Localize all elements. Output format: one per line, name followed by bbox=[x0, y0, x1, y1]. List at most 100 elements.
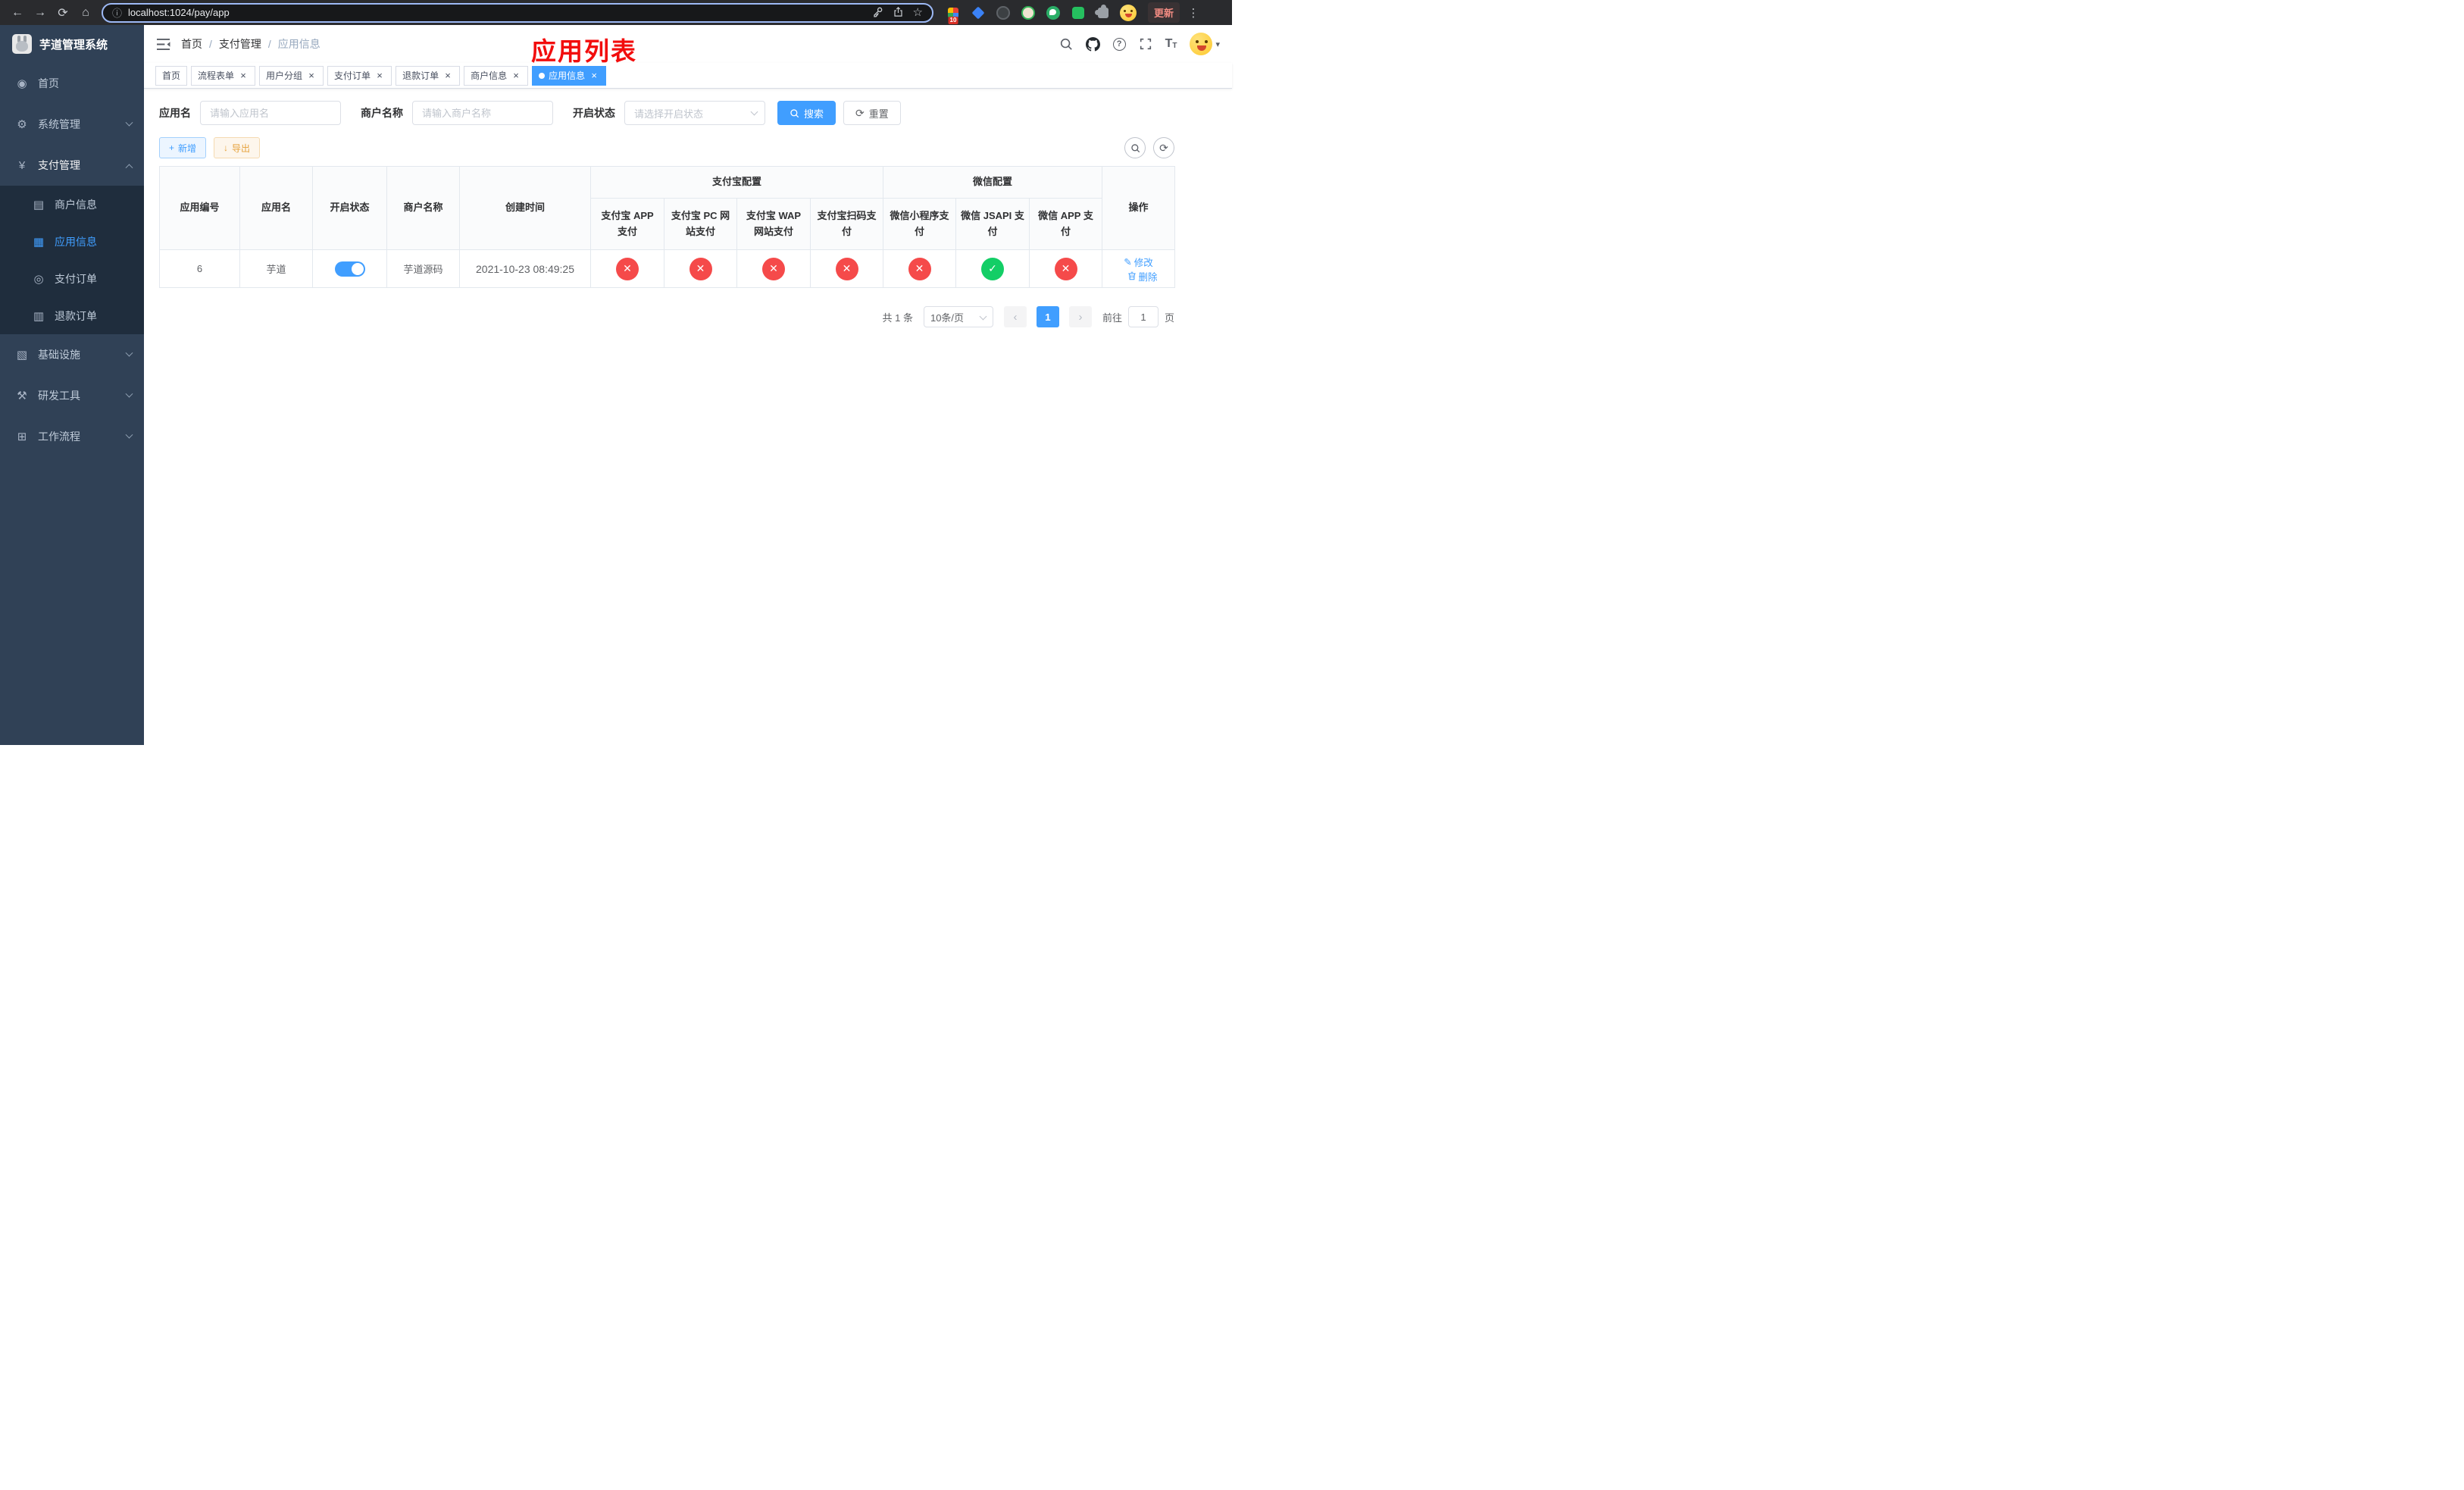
bookmark-star-icon[interactable]: ☆ bbox=[913, 7, 923, 18]
download-icon: ↓ bbox=[224, 142, 229, 153]
close-icon[interactable]: × bbox=[442, 70, 453, 81]
tab-home[interactable]: 首页 bbox=[155, 65, 188, 86]
col-actions: 操作 bbox=[1102, 166, 1176, 250]
page-number-button[interactable]: 1 bbox=[1036, 306, 1059, 327]
export-button[interactable]: ↓ 导出 bbox=[214, 137, 261, 158]
caret-down-icon: ▾ bbox=[1215, 39, 1220, 49]
close-icon[interactable]: × bbox=[511, 70, 521, 81]
app-name-input[interactable] bbox=[200, 101, 341, 125]
help-icon[interactable]: ? bbox=[1112, 37, 1126, 51]
merchant-card-icon: ▤ bbox=[33, 198, 45, 211]
refresh-table-button[interactable]: ⟳ bbox=[1153, 137, 1174, 158]
sidebar-collapse-icon[interactable] bbox=[156, 38, 170, 51]
tab-user-group[interactable]: 用户分组 × bbox=[259, 65, 324, 86]
breadcrumb-payment[interactable]: 支付管理 bbox=[219, 36, 261, 52]
payment-submenu: ▤ 商户信息 ▦ 应用信息 ◎ 支付订单 ▥ 退款订单 bbox=[0, 186, 144, 334]
tab-merchant-info[interactable]: 商户信息 × bbox=[464, 65, 529, 86]
reset-button[interactable]: ⟳ 重置 bbox=[843, 101, 901, 125]
tab-pay-order[interactable]: 支付订单 × bbox=[327, 65, 392, 86]
extension-gem-icon[interactable] bbox=[969, 4, 987, 22]
col-wechat-mini: 微信小程序支付 bbox=[883, 198, 957, 250]
col-alipay-pc: 支付宝 PC 网站支付 bbox=[664, 198, 737, 250]
sidebar-item-app-info[interactable]: ▦ 应用信息 bbox=[0, 223, 144, 260]
col-group-wechat: 微信配置 bbox=[883, 166, 1103, 199]
extension-dark-icon[interactable] bbox=[994, 4, 1012, 22]
site-info-icon[interactable]: ⓘ bbox=[112, 5, 122, 20]
app-grid-icon: ▦ bbox=[33, 235, 45, 249]
cell-status bbox=[312, 249, 387, 288]
sidebar-item-dev-tools[interactable]: ⚒ 研发工具 bbox=[0, 375, 144, 416]
top-header: 首页 / 支付管理 / 应用信息 应用列表 ? TT ▾ bbox=[144, 25, 1232, 65]
extensions-puzzle-icon[interactable] bbox=[1094, 4, 1112, 22]
sidebar-item-workflow[interactable]: ⊞ 工作流程 bbox=[0, 416, 144, 457]
chrome-menu-icon[interactable]: ⋮ bbox=[1184, 6, 1202, 20]
search-icon[interactable] bbox=[1059, 37, 1073, 51]
password-key-icon[interactable] bbox=[872, 6, 883, 20]
edit-link[interactable]: ✎ 修改 bbox=[1124, 255, 1153, 269]
sidebar-item-payment[interactable]: ¥ 支付管理 bbox=[0, 145, 144, 186]
next-page-button[interactable]: › bbox=[1068, 306, 1092, 327]
user-avatar[interactable]: ▾ bbox=[1190, 33, 1220, 55]
page-size-select[interactable]: 10条/页 bbox=[923, 306, 993, 327]
edit-icon: ✎ bbox=[1124, 256, 1132, 268]
sidebar-item-merchant-info[interactable]: ▤ 商户信息 bbox=[0, 186, 144, 223]
breadcrumb-home[interactable]: 首页 bbox=[181, 36, 202, 52]
search-button[interactable]: 搜索 bbox=[777, 101, 836, 125]
table-toolbar: + 新增 ↓ 导出 ⟳ bbox=[159, 137, 1174, 158]
extension-colorful-icon[interactable]: 10 bbox=[944, 4, 962, 24]
alipay-qr-status-icon: ✕ bbox=[835, 257, 858, 280]
sidebar-item-infrastructure[interactable]: ▧ 基础设施 bbox=[0, 334, 144, 375]
pagination-total: 共 1 条 bbox=[882, 311, 913, 324]
fullscreen-icon[interactable] bbox=[1139, 37, 1152, 51]
close-icon[interactable]: × bbox=[306, 70, 317, 81]
browser-chrome: ← → ⟳ ⌂ ⓘ localhost:1024/pay/app ☆ 10 更新… bbox=[0, 0, 1232, 25]
cell-app-name: 芋道 bbox=[239, 249, 313, 288]
sidebar-item-pay-order[interactable]: ◎ 支付订单 bbox=[0, 260, 144, 297]
sidebar-item-system[interactable]: ⚙ 系统管理 bbox=[0, 104, 144, 145]
chrome-update-button[interactable]: 更新 bbox=[1148, 2, 1180, 23]
app-table: 应用编号 应用名 开启状态 商户名称 创建时间 支付宝配置 微信配置 操作 支付… bbox=[159, 166, 1176, 288]
tab-process-form[interactable]: 流程表单 × bbox=[191, 65, 256, 86]
chevron-down-icon bbox=[125, 430, 133, 439]
sidebar: 芋道管理系统 ◉ 首页 ⚙ 系统管理 ¥ 支付管理 ▤ 商户信息 ▦ 应用信息 … bbox=[0, 25, 144, 745]
share-icon[interactable] bbox=[893, 6, 904, 20]
close-icon[interactable]: × bbox=[589, 70, 599, 81]
tab-app-info[interactable]: 应用信息 × bbox=[532, 65, 607, 86]
add-button[interactable]: + 新增 bbox=[159, 137, 207, 158]
status-toggle[interactable] bbox=[334, 261, 365, 277]
sidebar-item-refund-order[interactable]: ▥ 退款订单 bbox=[0, 297, 144, 334]
close-icon[interactable]: × bbox=[238, 70, 249, 81]
sidebar-item-home[interactable]: ◉ 首页 bbox=[0, 63, 144, 104]
infrastructure-icon: ▧ bbox=[16, 349, 28, 362]
browser-reload-button[interactable]: ⟳ bbox=[52, 2, 74, 24]
font-size-icon[interactable]: TT bbox=[1165, 38, 1177, 50]
browser-forward-button[interactable]: → bbox=[29, 2, 52, 24]
github-icon[interactable] bbox=[1085, 36, 1100, 52]
extension-avatar-icon[interactable] bbox=[1019, 4, 1037, 22]
browser-profile-avatar[interactable] bbox=[1119, 4, 1137, 22]
toggle-search-button[interactable] bbox=[1124, 137, 1146, 158]
tab-refund-order[interactable]: 退款订单 × bbox=[396, 65, 461, 86]
browser-back-button[interactable]: ← bbox=[6, 2, 29, 24]
alipay-pc-status-icon: ✕ bbox=[689, 257, 712, 280]
col-alipay-app: 支付宝 APP 支付 bbox=[590, 198, 664, 250]
status-select[interactable]: 请选择开启状态 bbox=[624, 101, 765, 125]
extension-green-square-icon[interactable] bbox=[1069, 4, 1087, 22]
plus-icon: + bbox=[169, 142, 175, 153]
wechat-app-status-icon: ✕ bbox=[1054, 257, 1077, 280]
col-app-name: 应用名 bbox=[239, 166, 313, 250]
chevron-down-icon bbox=[125, 118, 133, 127]
merchant-name-input[interactable] bbox=[412, 101, 553, 125]
wechat-extension-icon[interactable] bbox=[1044, 4, 1062, 22]
browser-home-button[interactable]: ⌂ bbox=[74, 2, 97, 24]
address-bar[interactable]: ⓘ localhost:1024/pay/app ☆ bbox=[102, 2, 933, 23]
col-created-at: 创建时间 bbox=[459, 166, 591, 250]
close-icon[interactable]: × bbox=[374, 70, 385, 81]
refresh-icon: ⟳ bbox=[855, 107, 865, 119]
trash-icon bbox=[1127, 271, 1136, 280]
app-logo: 芋道管理系统 bbox=[0, 25, 144, 63]
goto-page-input[interactable] bbox=[1127, 306, 1159, 327]
delete-link[interactable]: 删除 bbox=[1127, 269, 1158, 283]
prev-page-button[interactable]: ‹ bbox=[1003, 306, 1027, 327]
alipay-wap-status-icon: ✕ bbox=[762, 257, 785, 280]
